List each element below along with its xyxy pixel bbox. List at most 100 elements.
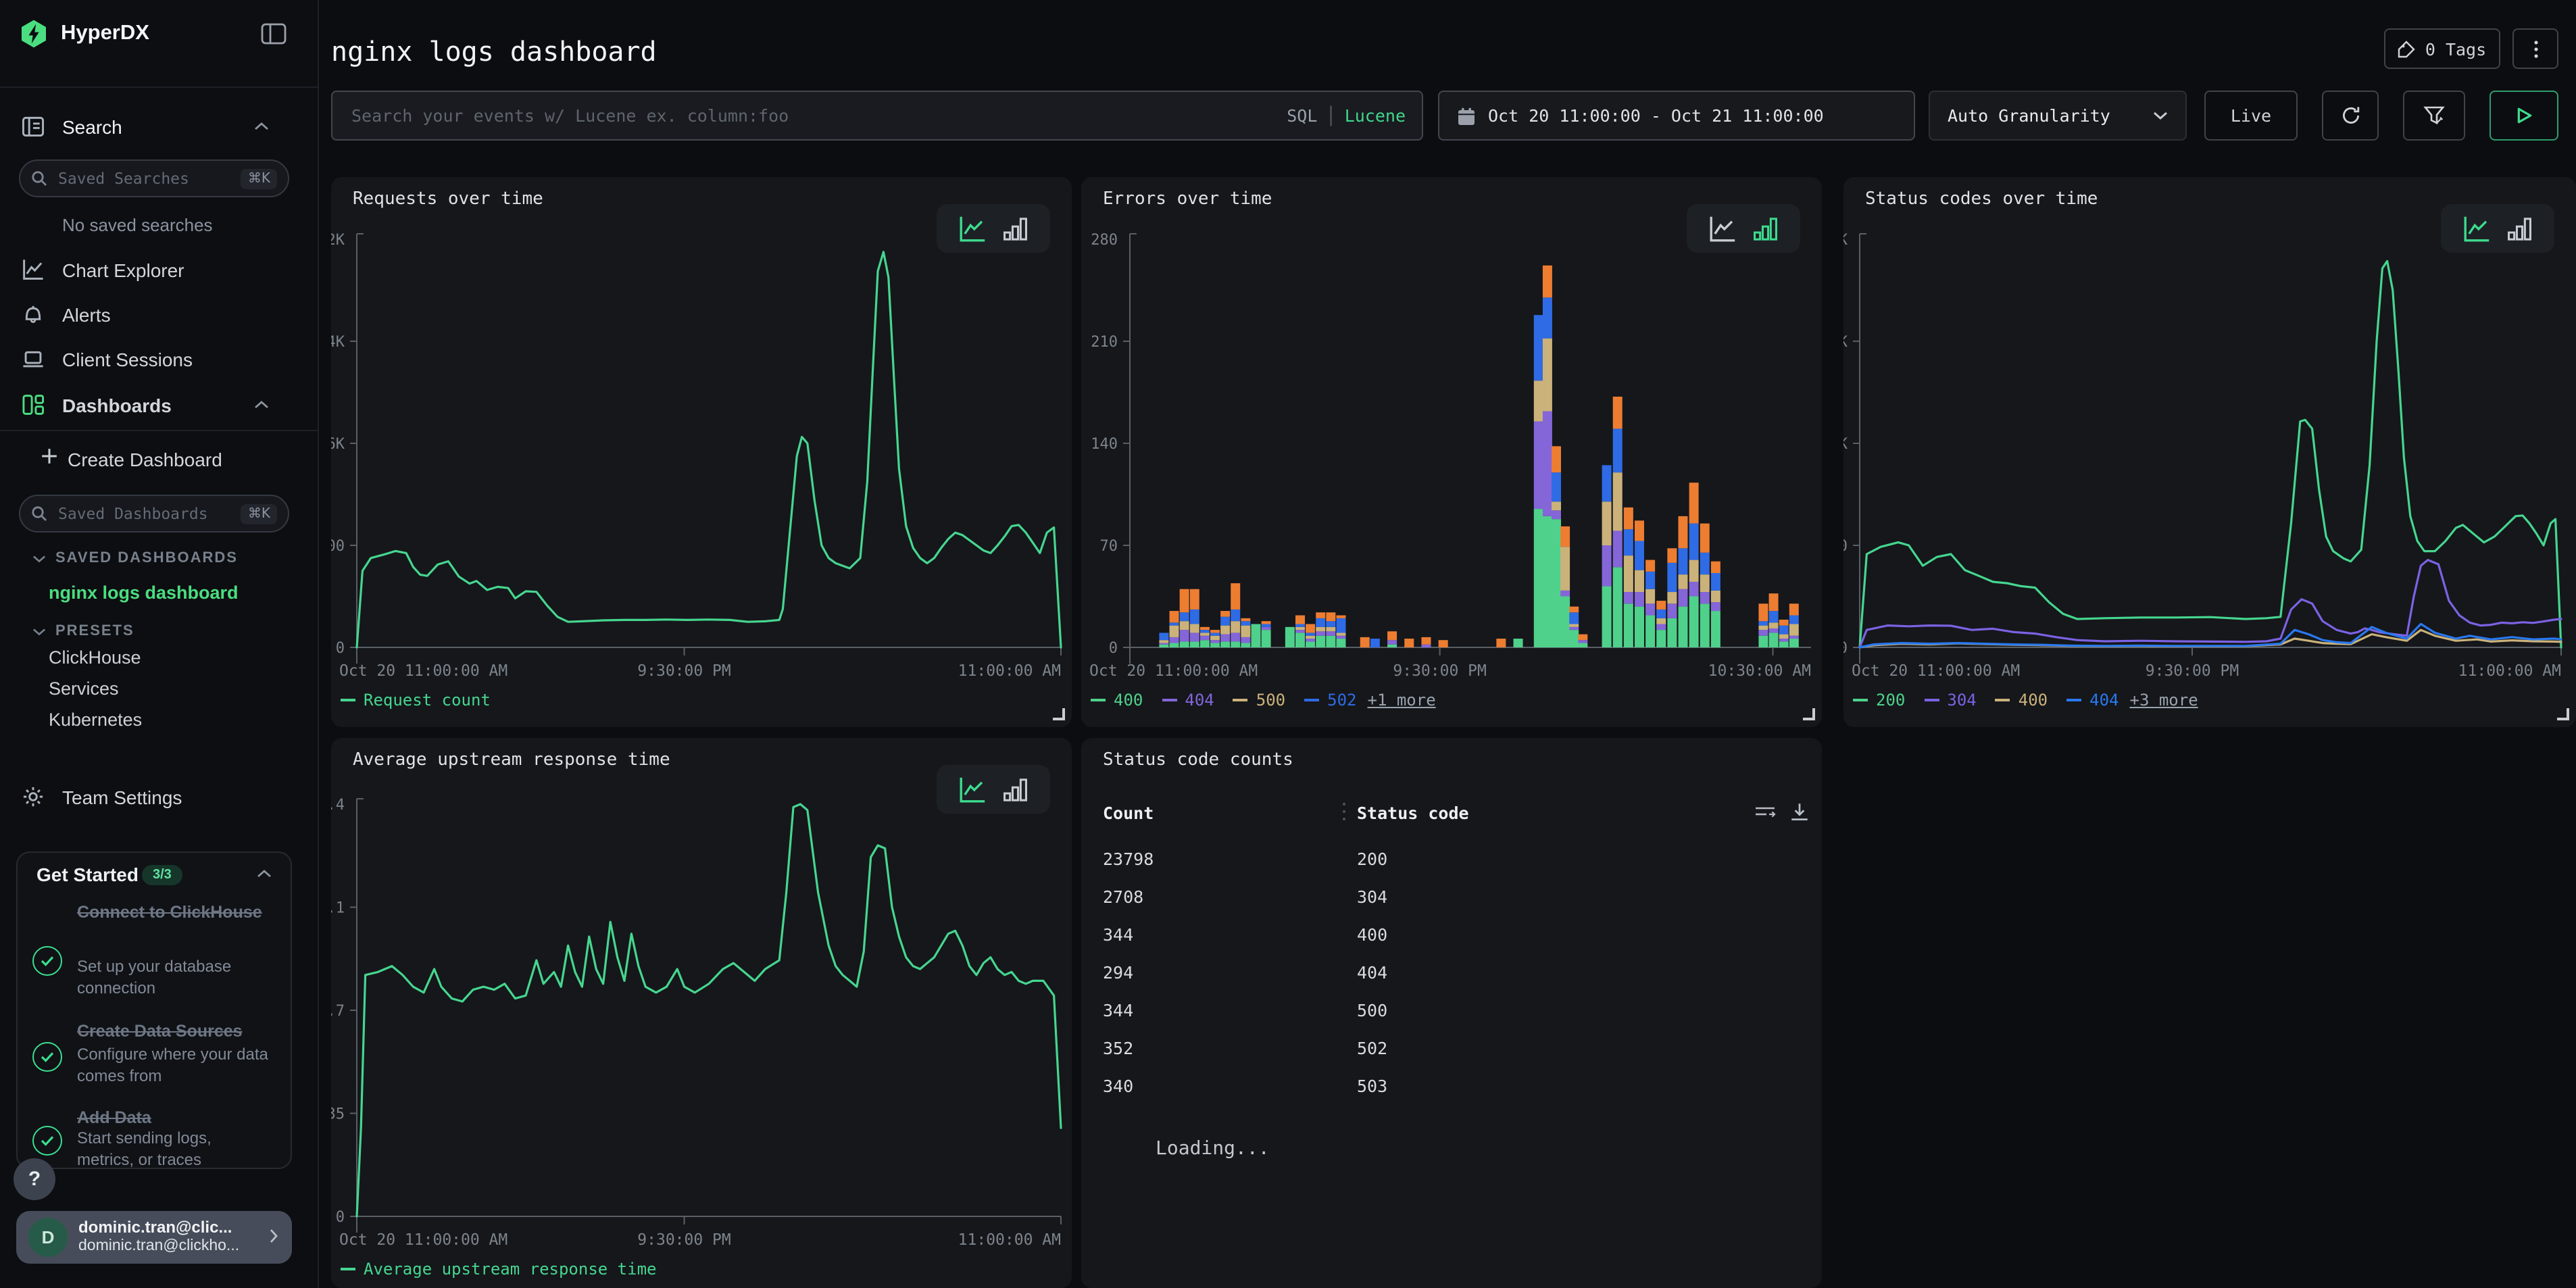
table-row[interactable]: 294404 <box>1081 954 1822 992</box>
live-label: Live <box>2231 105 2271 126</box>
column-width-icon[interactable] <box>1754 803 1776 823</box>
cell-count: 352 <box>1103 1038 1133 1058</box>
column-drag-handle[interactable] <box>1342 801 1346 822</box>
user-name: dominic.tran@clic... <box>78 1218 232 1237</box>
legend-item[interactable]: Request count <box>341 691 491 710</box>
user-email: dominic.tran@clickho... <box>78 1238 239 1254</box>
legend-swatch <box>341 1268 355 1270</box>
get-started-item-title[interactable]: Create Data Sources <box>77 1020 243 1043</box>
avg-upstream-chart[interactable]: 00.350.71.11.4Oct 20 11:00:00 AM9:30:00 … <box>331 738 1072 1288</box>
shortcut-badge: ⌘K <box>241 168 277 189</box>
dots-vertical-icon <box>2533 40 2537 57</box>
legend-label: 502 <box>1327 691 1356 710</box>
run-query-button[interactable] <box>2490 91 2558 141</box>
sidebar-item-label: Dashboards <box>62 395 172 416</box>
saved-searches-input[interactable] <box>55 168 233 189</box>
svg-text:11:00:00 AM: 11:00:00 AM <box>2458 662 2561 680</box>
hyperdx-app: HyperDX Search ⌘K No saved searches Char… <box>0 0 2576 1288</box>
sidebar-item-dashboards[interactable]: Dashboards <box>0 388 318 423</box>
sql-toggle[interactable]: SQL <box>1287 105 1317 126</box>
date-range-picker[interactable]: Oct 20 11:00:00 - Oct 21 11:00:00 <box>1438 91 1915 141</box>
legend-swatch <box>341 699 355 701</box>
legend-item[interactable]: 500 <box>1233 691 1285 710</box>
download-icon[interactable] <box>1789 801 1810 823</box>
legend-label: 400 <box>1114 691 1143 710</box>
divider <box>0 86 318 88</box>
get-started-item-title[interactable]: Connect to ClickHouse <box>77 901 262 924</box>
svg-text:Oct 20 11:00:00 AM: Oct 20 11:00:00 AM <box>339 662 507 680</box>
filter-button[interactable] <box>2403 91 2465 141</box>
loading-indicator: Loading... <box>1156 1138 1270 1160</box>
sidebar-item-preset-clickhouse[interactable]: ClickHouse <box>49 647 141 668</box>
legend-more-link[interactable]: +3 more <box>2130 691 2198 710</box>
create-dashboard-button[interactable]: Create Dashboard <box>0 442 318 477</box>
sidebar-collapse-icon[interactable] <box>261 23 287 45</box>
table-row[interactable]: 2708304 <box>1081 878 1822 916</box>
dashboards-icon <box>22 393 45 416</box>
check-circle-icon <box>32 1042 62 1072</box>
cell-status-code: 404 <box>1357 962 1387 983</box>
sidebar-item-preset-services[interactable]: Services <box>49 678 119 699</box>
dashboard-menu-button[interactable] <box>2512 28 2558 69</box>
resize-grip[interactable] <box>2557 708 2569 720</box>
section-label: SAVED DASHBOARDS <box>55 550 238 566</box>
live-button[interactable]: Live <box>2204 91 2298 141</box>
legend-item[interactable]: Average upstream response time <box>341 1260 657 1279</box>
legend-item[interactable]: 404 <box>2066 691 2119 710</box>
search-icon <box>31 170 47 187</box>
table-row[interactable]: 23798200 <box>1081 841 1822 878</box>
legend-item[interactable]: 502 <box>1304 691 1356 710</box>
create-dashboard-label: Create Dashboard <box>68 449 222 470</box>
saved-dashboards-section[interactable]: SAVED DASHBOARDS <box>32 550 238 566</box>
legend-item[interactable]: 404 <box>1162 691 1214 710</box>
help-label: ? <box>28 1168 41 1191</box>
status-codes-chart[interactable]: 07001.4K2.1K2.8KOct 20 11:00:00 AM9:30:0… <box>1843 177 2576 727</box>
resize-grip[interactable] <box>1053 708 1065 720</box>
svg-text:1.1: 1.1 <box>331 900 345 917</box>
sidebar-item-client-sessions[interactable]: Client Sessions <box>0 342 318 377</box>
saved-searches-search[interactable]: ⌘K <box>19 159 289 197</box>
event-search[interactable]: SQL | Lucene <box>331 91 1423 141</box>
sidebar-item-alerts[interactable]: Alerts <box>0 297 318 332</box>
sidebar-item-label: Search <box>62 116 122 138</box>
lucene-toggle[interactable]: Lucene <box>1345 105 1406 126</box>
sidebar-item-nginx-dashboard[interactable]: nginx logs dashboard <box>49 583 239 603</box>
table-row[interactable]: 344500 <box>1081 992 1822 1030</box>
sidebar-item-team-settings[interactable]: Team Settings <box>0 780 318 815</box>
requests-chart[interactable]: 08001.6K2.4K3.2KOct 20 11:00:00 AM9:30:0… <box>331 177 1072 727</box>
get-started-item-subtitle: Configure where your data comes from <box>77 1043 269 1087</box>
legend-item[interactable]: 304 <box>1924 691 1976 710</box>
saved-dashboards-input[interactable] <box>55 503 233 524</box>
presets-section[interactable]: PRESETS <box>32 623 134 639</box>
refresh-button[interactable] <box>2322 91 2379 141</box>
sidebar: HyperDX Search ⌘K No saved searches Char… <box>0 0 319 1288</box>
legend-item[interactable]: 200 <box>1853 691 1905 710</box>
table-row[interactable]: 352502 <box>1081 1030 1822 1068</box>
errors-chart[interactable]: 070140210280Oct 20 11:00:00 AM9:30:00 PM… <box>1081 177 1822 727</box>
panel-title: Status code counts <box>1103 750 1293 770</box>
sidebar-item-search[interactable]: Search <box>0 109 318 145</box>
legend-item[interactable]: 400 <box>1091 691 1143 710</box>
svg-text:11:00:00 AM: 11:00:00 AM <box>958 1231 1061 1249</box>
laptop-icon <box>22 347 45 370</box>
column-header-status-code[interactable]: Status code <box>1357 803 1469 823</box>
legend-swatch <box>1853 699 1868 701</box>
get-started-item-title[interactable]: Add Data <box>77 1107 151 1129</box>
granularity-select[interactable]: Auto Granularity <box>1929 91 2187 141</box>
table-row[interactable]: 344400 <box>1081 916 1822 954</box>
table-row[interactable]: 340503 <box>1081 1068 1822 1106</box>
chart-legend: 200 304 400 404 +3 more <box>1853 691 2198 710</box>
svg-text:10:30:00 AM: 10:30:00 AM <box>1708 662 1811 680</box>
chevron-up-icon[interactable] <box>257 869 272 878</box>
legend-item[interactable]: 400 <box>1996 691 2048 710</box>
sidebar-item-chart-explorer[interactable]: Chart Explorer <box>0 253 318 288</box>
tags-button[interactable]: 0 Tags <box>2384 28 2500 69</box>
column-header-count[interactable]: Count <box>1103 803 1154 823</box>
sidebar-item-preset-kubernetes[interactable]: Kubernetes <box>49 710 142 730</box>
saved-dashboards-search[interactable]: ⌘K <box>19 495 289 532</box>
user-menu[interactable]: D dominic.tran@clic... dominic.tran@clic… <box>16 1211 292 1264</box>
legend-more-link[interactable]: +1 more <box>1368 691 1436 710</box>
resize-grip[interactable] <box>1803 708 1815 720</box>
event-search-input[interactable] <box>349 104 1287 127</box>
help-button[interactable]: ? <box>14 1158 55 1200</box>
